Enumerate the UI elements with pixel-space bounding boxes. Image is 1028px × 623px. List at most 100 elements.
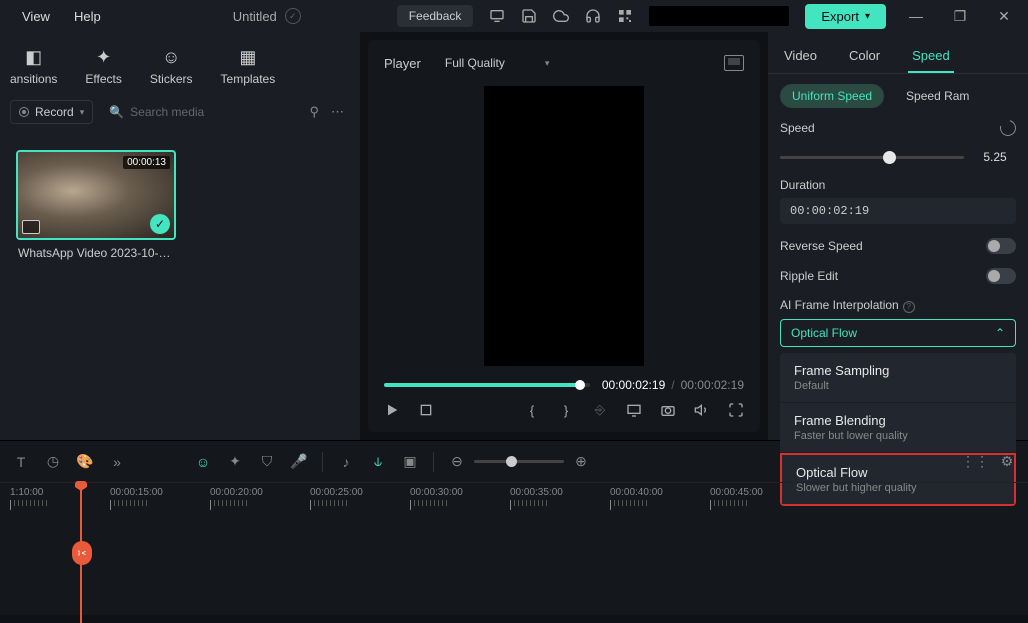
magnet-tool-icon[interactable]: ⫝ bbox=[369, 453, 387, 471]
media-item[interactable]: 00:00:13 ✓ WhatsApp Video 2023-10-05... bbox=[16, 150, 176, 266]
color-tool-icon[interactable]: 🎨 bbox=[76, 453, 94, 471]
sync-status-icon: ✓ bbox=[285, 8, 301, 24]
chevron-down-icon: ▾ bbox=[545, 58, 550, 69]
media-added-badge: ✓ bbox=[150, 214, 170, 234]
help-icon[interactable]: ? bbox=[903, 301, 915, 313]
save-icon[interactable] bbox=[521, 8, 537, 24]
menu-view[interactable]: View bbox=[10, 9, 62, 24]
project-title: Untitled bbox=[233, 9, 277, 24]
duration-label: Duration bbox=[780, 178, 1016, 192]
speed-label: Speed bbox=[780, 121, 815, 135]
more-icon[interactable]: ⋯ bbox=[331, 104, 344, 120]
tab-color[interactable]: Color bbox=[845, 40, 884, 73]
preview-viewport[interactable] bbox=[376, 82, 752, 370]
playhead[interactable] bbox=[80, 483, 82, 623]
subtab-uniform-speed[interactable]: Uniform Speed bbox=[780, 84, 884, 108]
speed-value: 5.25 bbox=[974, 150, 1016, 164]
reverse-speed-label: Reverse Speed bbox=[780, 239, 863, 253]
transitions-icon: ◧ bbox=[23, 46, 45, 68]
search-input[interactable]: 🔍Search media bbox=[101, 101, 301, 123]
ruler-tick: 00:00:20:00 bbox=[210, 487, 263, 510]
music-tool-icon[interactable]: ♪ bbox=[337, 453, 355, 471]
asset-tabs: ◧ansitions ✦Effects ☺Stickers ▦Templates bbox=[0, 32, 360, 94]
reset-speed-icon[interactable] bbox=[997, 117, 1019, 139]
qr-icon[interactable] bbox=[617, 8, 633, 24]
media-grid: 00:00:13 ✓ WhatsApp Video 2023-10-05... bbox=[0, 130, 360, 286]
crop-tool-icon[interactable]: ▣ bbox=[401, 453, 419, 471]
timeline-tracks[interactable]: ✂ bbox=[0, 519, 1028, 615]
templates-icon: ▦ bbox=[237, 46, 259, 68]
grid-view-icon[interactable]: ⋮⋮ bbox=[966, 453, 984, 471]
cloud-icon[interactable] bbox=[553, 8, 569, 24]
zoom-in-icon[interactable]: ⊕ bbox=[572, 453, 590, 471]
maximize-button[interactable]: ❐ bbox=[946, 8, 974, 25]
menu-help[interactable]: Help bbox=[62, 9, 113, 24]
ruler-tick: 00:00:35:00 bbox=[510, 487, 563, 510]
tab-speed[interactable]: Speed bbox=[908, 40, 954, 73]
volume-icon[interactable] bbox=[694, 402, 710, 418]
close-button[interactable]: ✕ bbox=[990, 8, 1018, 25]
display-icon[interactable] bbox=[626, 402, 642, 418]
timeline-ruler[interactable]: 1:10:0000:00:15:0000:00:20:0000:00:25:00… bbox=[0, 483, 1028, 519]
ai-tool-icon[interactable]: ☺ bbox=[194, 453, 212, 471]
subtab-speed-ramping[interactable]: Speed Ram bbox=[894, 84, 981, 108]
top-bar: View Help Untitled ✓ Feedback Export▾ — … bbox=[0, 0, 1028, 32]
sparkle-tool-icon[interactable]: ✦ bbox=[226, 453, 244, 471]
play-button[interactable] bbox=[384, 402, 400, 418]
stop-button[interactable] bbox=[418, 402, 434, 418]
media-panel: ◧ansitions ✦Effects ☺Stickers ▦Templates… bbox=[0, 32, 360, 440]
tab-transitions[interactable]: ◧ansitions bbox=[0, 42, 67, 90]
search-icon: 🔍 bbox=[109, 105, 124, 119]
speed-tool-icon[interactable]: ◷ bbox=[44, 453, 62, 471]
progress-slider[interactable] bbox=[384, 383, 590, 387]
camera-icon[interactable] bbox=[660, 402, 676, 418]
interpolation-select[interactable]: Optical Flow⌃ bbox=[780, 319, 1016, 347]
zoom-out-icon[interactable]: ⊖ bbox=[448, 453, 466, 471]
settings-icon[interactable]: ⚙ bbox=[998, 453, 1016, 471]
quality-select[interactable]: Full Quality▾ bbox=[435, 52, 560, 74]
export-button[interactable]: Export▾ bbox=[805, 4, 886, 29]
record-button[interactable]: Record▾ bbox=[10, 100, 93, 124]
headphones-icon[interactable] bbox=[585, 8, 601, 24]
tab-video[interactable]: Video bbox=[780, 40, 821, 73]
ruler-tick: 00:00:45:00 bbox=[710, 487, 763, 510]
ruler-tick: 00:00:15:00 bbox=[110, 487, 163, 510]
ruler-tick: 00:00:30:00 bbox=[410, 487, 463, 510]
chevron-up-icon: ⌃ bbox=[995, 326, 1005, 340]
properties-panel: Video Color Speed Uniform Speed Speed Ra… bbox=[768, 32, 1028, 440]
fullscreen-icon[interactable] bbox=[728, 402, 744, 418]
more-tools-icon[interactable]: » bbox=[108, 453, 126, 471]
cut-marker[interactable]: ✂ bbox=[72, 541, 92, 565]
speed-slider[interactable] bbox=[780, 156, 964, 159]
media-name: WhatsApp Video 2023-10-05... bbox=[16, 240, 176, 266]
feedback-button[interactable]: Feedback bbox=[397, 5, 474, 27]
shield-tool-icon[interactable]: ⛉ bbox=[258, 453, 276, 471]
zoom-slider[interactable] bbox=[474, 460, 564, 463]
media-type-icon bbox=[22, 220, 40, 234]
tab-stickers[interactable]: ☺Stickers bbox=[140, 42, 203, 90]
mic-tool-icon[interactable]: 🎤 bbox=[290, 453, 308, 471]
media-thumbnail[interactable]: 00:00:13 ✓ bbox=[16, 150, 176, 240]
player-label: Player bbox=[384, 56, 421, 71]
time-display: 00:00:02:19 / 00:00:02:19 bbox=[602, 378, 744, 392]
minimize-button[interactable]: — bbox=[902, 8, 930, 24]
option-frame-sampling[interactable]: Frame Sampling Default bbox=[780, 353, 1016, 403]
monitor-icon[interactable] bbox=[489, 8, 505, 24]
ripple-edit-toggle[interactable] bbox=[986, 268, 1016, 284]
mark-icon[interactable]: ⎆ bbox=[592, 402, 608, 418]
stickers-icon: ☺ bbox=[160, 46, 182, 68]
brace-open-icon[interactable]: { bbox=[524, 402, 540, 418]
brace-close-icon[interactable]: } bbox=[558, 402, 574, 418]
chevron-down-icon: ▾ bbox=[865, 11, 870, 22]
duration-input[interactable]: 00:00:02:19 bbox=[780, 198, 1016, 224]
media-duration: 00:00:13 bbox=[123, 156, 170, 169]
tab-effects[interactable]: ✦Effects bbox=[75, 42, 131, 90]
ruler-tick: 00:00:25:00 bbox=[310, 487, 363, 510]
preview-panel: Player Full Quality▾ 00:00:02:19 / 00:00… bbox=[368, 40, 760, 432]
reverse-speed-toggle[interactable] bbox=[986, 238, 1016, 254]
ruler-tick: 00:00:40:00 bbox=[610, 487, 663, 510]
snapshot-icon[interactable] bbox=[724, 55, 744, 71]
filter-icon[interactable]: ⚲ bbox=[309, 104, 319, 120]
text-tool-icon[interactable]: T bbox=[12, 453, 30, 471]
tab-templates[interactable]: ▦Templates bbox=[211, 42, 286, 90]
